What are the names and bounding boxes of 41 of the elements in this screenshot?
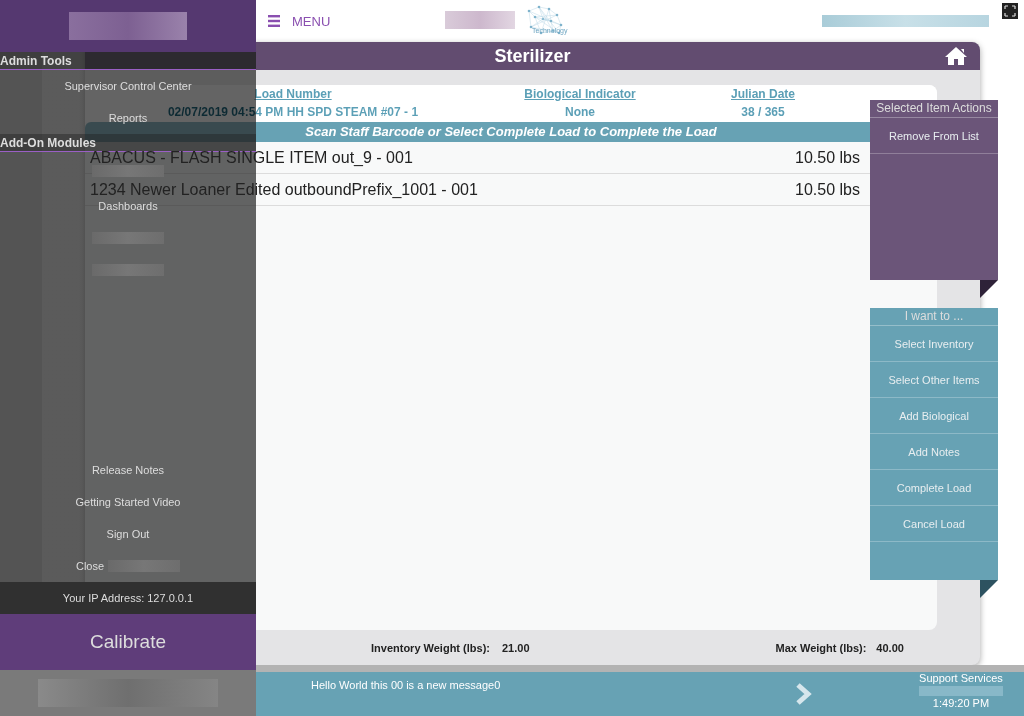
item-weight: 10.50 lbs bbox=[795, 148, 860, 167]
inventory-weight-label: Inventory Weight (lbs): bbox=[371, 641, 490, 654]
action-button[interactable]: Add Notes bbox=[870, 434, 998, 470]
clock-time: 1:49:20 PM bbox=[932, 697, 990, 709]
redacted-text bbox=[92, 165, 164, 177]
action-button[interactable]: Complete Load bbox=[870, 470, 998, 506]
action-panel-title: Selected Item Actions bbox=[870, 100, 998, 118]
menu-icon bbox=[268, 15, 280, 27]
menu-item[interactable]: Reports bbox=[108, 112, 148, 124]
action-button[interactable]: Add Biological bbox=[870, 398, 998, 434]
chevron-right-icon bbox=[795, 682, 813, 706]
menu-item[interactable]: Close bbox=[75, 560, 105, 572]
column-value: None bbox=[565, 105, 595, 119]
column-header[interactable]: Julian Date bbox=[731, 87, 795, 101]
item-weight: 10.50 lbs bbox=[795, 180, 860, 199]
home-icon bbox=[944, 46, 968, 66]
calibrate-button[interactable]: Calibrate bbox=[0, 614, 256, 670]
menu-button[interactable]: MENU bbox=[268, 13, 331, 29]
column-header[interactable]: Biological Indicator bbox=[524, 87, 636, 101]
fold-corner-icon bbox=[980, 280, 998, 298]
action-button[interactable]: Select Inventory bbox=[870, 326, 998, 362]
max-weight-label: Max Weight (lbs): bbox=[775, 641, 867, 654]
fullscreen-icon bbox=[1002, 3, 1018, 19]
action-button[interactable]: Cancel Load bbox=[870, 506, 998, 542]
ip-address: Your IP Address: 127.0.0.1 bbox=[0, 582, 256, 614]
column-value: 38 / 365 bbox=[741, 105, 785, 119]
action-button[interactable]: Remove From List bbox=[870, 118, 998, 154]
max-weight-value: 40.00 bbox=[876, 641, 904, 654]
menu-item[interactable]: Supervisor Control Center bbox=[64, 80, 192, 92]
menu-item[interactable]: Getting Started Video bbox=[75, 496, 181, 508]
status-message: Hello World this 00 is a new message0 bbox=[311, 679, 501, 693]
action-button[interactable]: Select Other Items bbox=[870, 362, 998, 398]
action-panel-title: I want to ... bbox=[870, 308, 998, 326]
menu-item[interactable]: Sign Out bbox=[106, 528, 150, 540]
panel-title: Sterilizer bbox=[494, 45, 571, 67]
section-header: Admin Tools bbox=[0, 53, 72, 68]
redacted-logo bbox=[445, 11, 516, 29]
support-label: Support Services bbox=[919, 672, 1003, 684]
menu-item[interactable]: Release Notes bbox=[91, 464, 165, 476]
inventory-weight-value: 21.00 bbox=[501, 641, 530, 654]
fold-corner-icon bbox=[980, 580, 998, 598]
